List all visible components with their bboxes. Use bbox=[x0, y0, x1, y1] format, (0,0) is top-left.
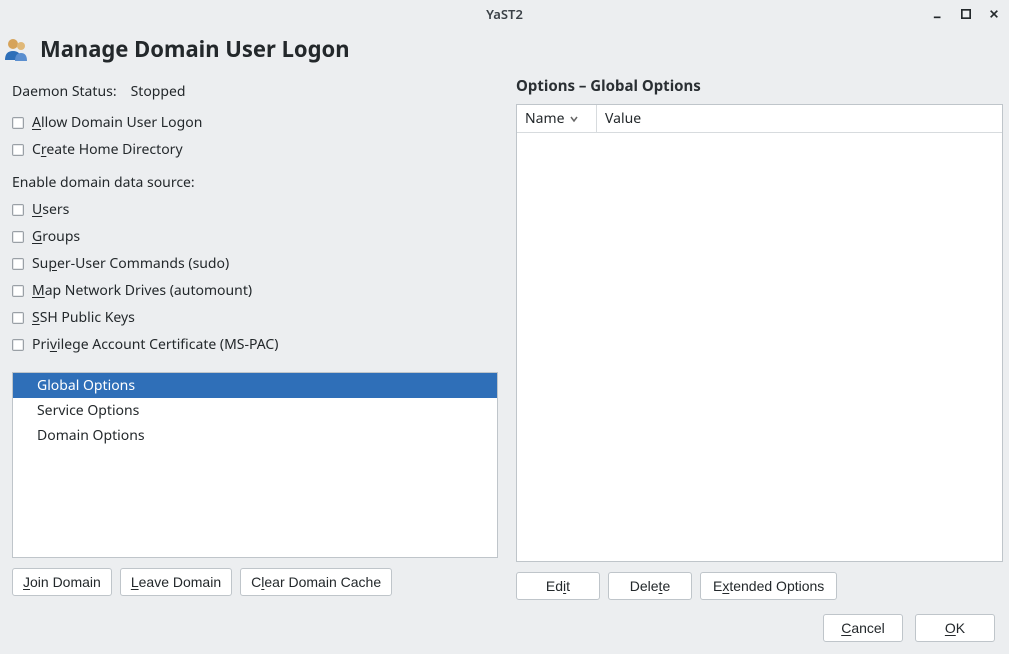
window-title: YaST2 bbox=[486, 5, 523, 23]
minimize-icon[interactable] bbox=[933, 9, 943, 19]
close-icon[interactable] bbox=[989, 9, 999, 19]
page-title: Manage Domain User Logon bbox=[40, 34, 350, 64]
chevron-down-icon bbox=[570, 115, 578, 123]
map-drives-checkbox[interactable]: Map Network Drives (automount) bbox=[12, 277, 498, 304]
pac-checkbox[interactable]: Privilege Account Certificate (MS-PAC) bbox=[12, 331, 498, 358]
groups-checkbox[interactable]: Groups bbox=[12, 223, 498, 250]
checkbox-icon bbox=[12, 339, 24, 351]
extended-options-button[interactable]: Extended Options bbox=[700, 572, 837, 600]
options-panel-title: Options – Global Options bbox=[516, 76, 1003, 104]
column-header-name[interactable]: Name bbox=[517, 105, 597, 132]
users-icon bbox=[2, 34, 32, 64]
create-home-checkbox[interactable]: Create Home Directory bbox=[12, 136, 498, 163]
sudo-checkbox[interactable]: Super-User Commands (sudo) bbox=[12, 250, 498, 277]
column-header-value[interactable]: Value bbox=[597, 105, 1002, 132]
allow-domain-logon-checkbox[interactable]: Allow Domain User Logon bbox=[12, 109, 498, 136]
leave-domain-button[interactable]: Leave Domain bbox=[120, 568, 232, 596]
clear-cache-button[interactable]: Clear Domain Cache bbox=[240, 568, 392, 596]
join-domain-button[interactable]: Join Domain bbox=[12, 568, 112, 596]
daemon-status: Daemon Status:Stopped bbox=[12, 76, 498, 109]
cancel-button[interactable]: Cancel bbox=[823, 614, 903, 642]
list-item-domain[interactable]: Domain Options bbox=[13, 423, 497, 448]
delete-button[interactable]: Delete bbox=[608, 572, 692, 600]
checkbox-icon bbox=[12, 285, 24, 297]
options-table-body bbox=[517, 133, 1002, 561]
checkbox-icon bbox=[12, 258, 24, 270]
users-checkbox[interactable]: Users bbox=[12, 196, 498, 223]
ssh-keys-checkbox[interactable]: SSH Public Keys bbox=[12, 304, 498, 331]
checkbox-icon bbox=[12, 231, 24, 243]
list-item-global[interactable]: Global Options bbox=[13, 373, 497, 398]
checkbox-icon bbox=[12, 312, 24, 324]
ok-button[interactable]: OK bbox=[915, 614, 995, 642]
enable-source-label: Enable domain data source: bbox=[12, 163, 498, 196]
maximize-icon[interactable] bbox=[961, 9, 971, 19]
edit-button[interactable]: Edit bbox=[516, 572, 600, 600]
options-category-list[interactable]: Global Options Service Options Domain Op… bbox=[12, 372, 498, 558]
list-item-service[interactable]: Service Options bbox=[13, 398, 497, 423]
checkbox-icon bbox=[12, 144, 24, 156]
checkbox-icon bbox=[12, 204, 24, 216]
options-table[interactable]: Name Value bbox=[516, 104, 1003, 562]
checkbox-icon bbox=[12, 117, 24, 129]
